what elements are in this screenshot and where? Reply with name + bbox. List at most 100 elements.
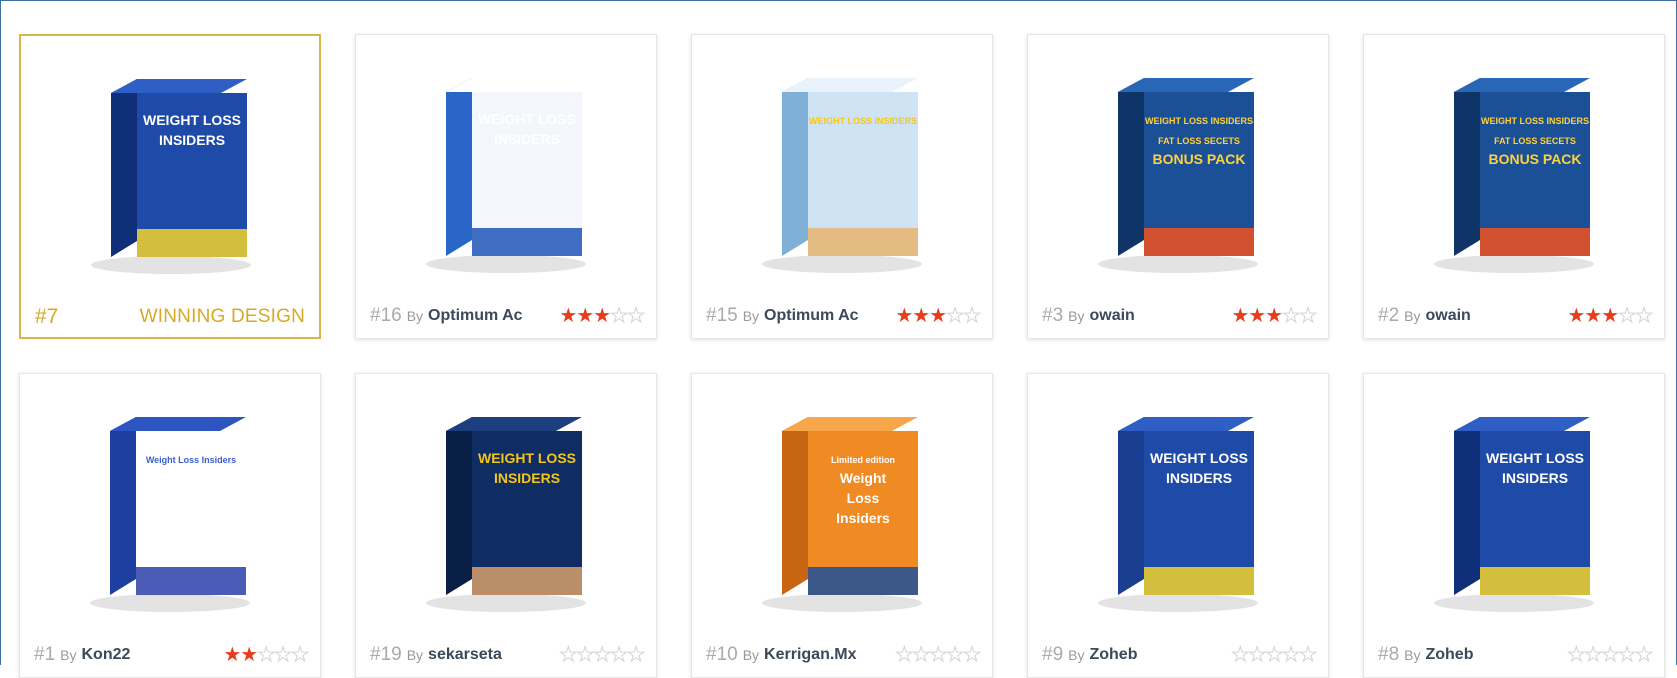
star-rating[interactable]: ★ ★ ★ ★ ★ xyxy=(223,645,310,666)
star-rating[interactable]: ★ ★ ★ ★ ★ xyxy=(895,306,982,327)
design-meta: #2 By owain ★ ★ ★ ★ ★ xyxy=(1378,304,1654,328)
star-filled-icon[interactable]: ★ xyxy=(240,645,258,665)
star-empty-icon[interactable]: ★ xyxy=(946,306,965,327)
star-empty-icon[interactable]: ★ xyxy=(610,306,629,327)
design-card[interactable]: Weight Loss Insiders #1 By Kon22 ★ ★ ★ ★ ★ xyxy=(19,373,321,678)
star-empty-icon[interactable]: ★ xyxy=(1635,645,1654,666)
design-card[interactable]: WEIGHT LOSS INSIDERS #8 By Zoheb ★ ★ ★ ★ ★ xyxy=(1363,373,1665,678)
box-title-text: Limited edition xyxy=(831,455,895,465)
star-empty-icon[interactable]: ★ xyxy=(559,645,578,666)
star-filled-icon[interactable]: ★ xyxy=(559,306,577,326)
box-title-text: INSIDERS xyxy=(1502,470,1568,486)
star-empty-icon[interactable]: ★ xyxy=(946,645,965,666)
entry-number: #7 xyxy=(35,305,59,328)
star-empty-icon[interactable]: ★ xyxy=(1248,645,1267,666)
star-empty-icon[interactable]: ★ xyxy=(929,645,948,666)
star-filled-icon[interactable]: ★ xyxy=(1584,306,1602,326)
designs-panel: WEIGHT LOSS INSIDERS #7 WINNING DESIGN WEIGH… xyxy=(0,0,1677,678)
designer-link[interactable]: Optimum Ac xyxy=(764,307,859,325)
star-empty-icon[interactable]: ★ xyxy=(610,645,629,666)
design-thumbnail[interactable]: Weight Loss Insiders xyxy=(30,386,310,626)
designer-link[interactable]: owain xyxy=(1425,307,1470,325)
design-thumbnail[interactable]: WEIGHT LOSS INSIDERS xyxy=(1038,386,1318,626)
star-filled-icon[interactable]: ★ xyxy=(593,306,611,326)
design-card[interactable]: WEIGHT LOSS INSIDERS #15 By Optimum Ac ★ ★ ★ ★ ★ xyxy=(691,34,993,339)
star-empty-icon[interactable]: ★ xyxy=(895,645,914,666)
design-thumbnail[interactable]: WEIGHT LOSS INSIDERS FAT LOSS SECETS BONUS… xyxy=(1374,47,1654,287)
product-box-image: WEIGHT LOSS INSIDERS FAT LOSS SECETS BONUS… xyxy=(1098,78,1258,273)
star-empty-icon[interactable]: ★ xyxy=(576,645,595,666)
star-empty-icon[interactable]: ★ xyxy=(627,306,646,327)
entry-number: #2 xyxy=(1378,305,1400,326)
star-empty-icon[interactable]: ★ xyxy=(963,306,982,327)
star-empty-icon[interactable]: ★ xyxy=(1265,645,1284,666)
design-thumbnail[interactable]: Limited edition Weight Loss Insiders xyxy=(702,386,982,626)
star-rating[interactable]: ★ ★ ★ ★ ★ xyxy=(895,645,982,666)
star-empty-icon[interactable]: ★ xyxy=(1299,645,1318,666)
entry-number: #10 xyxy=(706,644,738,665)
designer-link[interactable]: Kerrigan.Mx xyxy=(764,646,856,664)
box-title-text: BONUS PACK xyxy=(1152,151,1245,167)
star-empty-icon[interactable]: ★ xyxy=(257,645,276,666)
design-thumbnail[interactable]: WEIGHT LOSS INSIDERS xyxy=(366,47,646,287)
product-box-image: WEIGHT LOSS INSIDERS xyxy=(1098,417,1258,612)
design-card[interactable]: WEIGHT LOSS INSIDERS #19 By sekarseta ★ ★ ★ ★ ★ xyxy=(355,373,657,678)
star-empty-icon[interactable]: ★ xyxy=(627,645,646,666)
designer-link[interactable]: Zoheb xyxy=(1089,646,1137,664)
star-empty-icon[interactable]: ★ xyxy=(1282,645,1301,666)
design-card[interactable]: Limited edition Weight Loss Insiders #10 By Ke… xyxy=(691,373,993,678)
star-empty-icon[interactable]: ★ xyxy=(1584,645,1603,666)
star-filled-icon[interactable]: ★ xyxy=(1248,306,1266,326)
entry-number: #8 xyxy=(1378,644,1400,665)
design-thumbnail[interactable]: WEIGHT LOSS INSIDERS xyxy=(702,47,982,287)
design-thumbnail[interactable]: WEIGHT LOSS INSIDERS xyxy=(1374,386,1654,626)
design-thumbnail[interactable]: WEIGHT LOSS INSIDERS FAT LOSS SECETS BONUS… xyxy=(1038,47,1318,287)
design-card[interactable]: WEIGHT LOSS INSIDERS FAT LOSS SECETS BONUS… xyxy=(1027,34,1329,339)
star-empty-icon[interactable]: ★ xyxy=(1299,306,1318,327)
designer-link[interactable]: Kon22 xyxy=(81,646,130,664)
star-rating[interactable]: ★ ★ ★ ★ ★ xyxy=(1567,306,1654,327)
star-filled-icon[interactable]: ★ xyxy=(223,645,241,665)
designer-link[interactable]: Optimum Ac xyxy=(428,307,523,325)
winning-design-card[interactable]: WEIGHT LOSS INSIDERS #7 WINNING DESIGN xyxy=(19,34,321,339)
star-rating[interactable]: ★ ★ ★ ★ ★ xyxy=(1231,645,1318,666)
star-rating[interactable]: ★ ★ ★ ★ ★ xyxy=(1567,645,1654,666)
star-filled-icon[interactable]: ★ xyxy=(912,306,930,326)
star-rating[interactable]: ★ ★ ★ ★ ★ xyxy=(1231,306,1318,327)
star-empty-icon[interactable]: ★ xyxy=(1567,645,1586,666)
box-title-text: INSIDERS xyxy=(494,131,560,147)
star-filled-icon[interactable]: ★ xyxy=(929,306,947,326)
design-meta: #3 By owain ★ ★ ★ ★ ★ xyxy=(1042,304,1318,328)
star-filled-icon[interactable]: ★ xyxy=(1231,306,1249,326)
design-thumbnail[interactable]: WEIGHT LOSS INSIDERS xyxy=(31,48,311,288)
star-rating[interactable]: ★ ★ ★ ★ ★ xyxy=(559,306,646,327)
design-card[interactable]: WEIGHT LOSS INSIDERS #16 By Optimum Ac ★ ★ ★ ★ ★ xyxy=(355,34,657,339)
star-empty-icon[interactable]: ★ xyxy=(1601,645,1620,666)
entry-number: #3 xyxy=(1042,305,1064,326)
star-filled-icon[interactable]: ★ xyxy=(1567,306,1585,326)
designer-link[interactable]: sekarseta xyxy=(428,646,502,664)
star-empty-icon[interactable]: ★ xyxy=(963,645,982,666)
by-label: By xyxy=(1068,647,1085,663)
designer-link[interactable]: owain xyxy=(1089,307,1134,325)
product-box-image: Weight Loss Insiders xyxy=(90,417,250,612)
star-empty-icon[interactable]: ★ xyxy=(1618,306,1637,327)
star-empty-icon[interactable]: ★ xyxy=(291,645,310,666)
star-empty-icon[interactable]: ★ xyxy=(912,645,931,666)
star-empty-icon[interactable]: ★ xyxy=(1282,306,1301,327)
star-empty-icon[interactable]: ★ xyxy=(1618,645,1637,666)
star-filled-icon[interactable]: ★ xyxy=(1265,306,1283,326)
star-empty-icon[interactable]: ★ xyxy=(593,645,612,666)
design-card[interactable]: WEIGHT LOSS INSIDERS FAT LOSS SECETS BONUS… xyxy=(1363,34,1665,339)
box-title-text: WEIGHT LOSS xyxy=(1486,450,1584,466)
star-filled-icon[interactable]: ★ xyxy=(895,306,913,326)
star-filled-icon[interactable]: ★ xyxy=(1601,306,1619,326)
design-card[interactable]: WEIGHT LOSS INSIDERS #9 By Zoheb ★ ★ ★ ★ ★ xyxy=(1027,373,1329,678)
designer-link[interactable]: Zoheb xyxy=(1425,646,1473,664)
design-thumbnail[interactable]: WEIGHT LOSS INSIDERS xyxy=(366,386,646,626)
star-rating[interactable]: ★ ★ ★ ★ ★ xyxy=(559,645,646,666)
star-filled-icon[interactable]: ★ xyxy=(576,306,594,326)
star-empty-icon[interactable]: ★ xyxy=(274,645,293,666)
star-empty-icon[interactable]: ★ xyxy=(1635,306,1654,327)
star-empty-icon[interactable]: ★ xyxy=(1231,645,1250,666)
